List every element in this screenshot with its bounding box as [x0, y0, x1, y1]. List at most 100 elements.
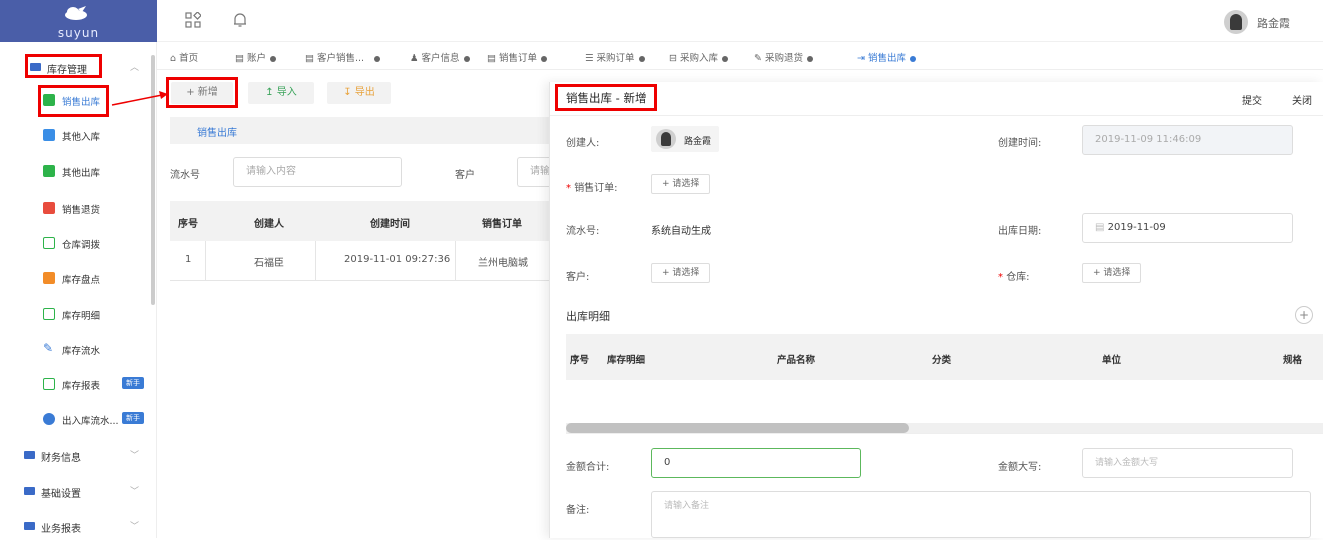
sidebar-item-stocktake[interactable]: 库存盘点: [0, 265, 150, 291]
tab-home[interactable]: ⌂ 首页: [170, 50, 198, 64]
sidebar-item-label: 库存报表: [62, 381, 101, 392]
sidebar-item-label: 其他出库: [62, 168, 101, 179]
tab-purchase-in[interactable]: ⊟ 采购入库: [669, 50, 728, 64]
document-icon: ▤: [305, 53, 317, 64]
tab-label: 销售订单: [499, 53, 538, 64]
remark-textarea[interactable]: 请输入备注: [651, 491, 1311, 538]
folder-icon: [24, 451, 35, 459]
chevron-up-icon: ︿: [130, 63, 140, 73]
choose-sales-order-button[interactable]: + 请选择: [651, 174, 711, 194]
close-icon[interactable]: [807, 55, 813, 62]
avatar[interactable]: [1224, 10, 1248, 34]
tab-bar: ⌂ 首页 ▤ 账户 ▤ 客户销售... ♟ 客户信息 ▤ 销售订单 ☰ 采购订单…: [157, 42, 1323, 70]
tab-sales-out[interactable]: ⇥ 销售出库: [857, 50, 916, 64]
return-icon: [43, 202, 55, 214]
sidebar-item-other-out[interactable]: 其他出库: [0, 158, 150, 184]
tab-label: 采购订单: [596, 53, 635, 64]
tab-customer-info[interactable]: ♟ 客户信息: [410, 50, 470, 64]
nav-group-finance[interactable]: 财务信息 ﹀: [0, 441, 150, 469]
column-header: 创建时间: [370, 219, 410, 230]
sidebar-item-label: 库存流水: [62, 346, 101, 357]
sidebar-item-label: 仓库调拨: [62, 240, 101, 251]
cell-order: 兰州电脑城: [478, 258, 528, 269]
choose-warehouse-button[interactable]: + 请选择: [1082, 263, 1142, 283]
top-bar: 路金霞: [157, 0, 1323, 42]
annotation-arrow-icon: [111, 91, 168, 106]
close-icon[interactable]: [722, 55, 728, 62]
column-header: 销售订单: [482, 219, 522, 230]
customer-filter-label: 客户: [455, 170, 475, 181]
inbox-icon: [43, 129, 55, 141]
folder-icon: [24, 522, 35, 530]
horizontal-scrollbar-thumb[interactable]: [566, 423, 909, 433]
pencil-icon: ✎: [43, 341, 54, 355]
tab-label: 客户销售...: [317, 53, 365, 64]
close-icon[interactable]: [270, 55, 277, 62]
column-divider: [455, 241, 456, 281]
close-icon[interactable]: [910, 55, 916, 62]
column-header: 单位: [1102, 355, 1122, 366]
user-name[interactable]: 路金霞: [1257, 15, 1290, 31]
tab-label: 首页: [179, 53, 199, 64]
sidebar-item-stock-detail[interactable]: 库存明细: [0, 301, 150, 327]
uppercase-label: 金额大写:: [998, 462, 1042, 473]
export-button[interactable]: ↧ 导出: [327, 82, 391, 104]
home-icon: ⌂: [170, 53, 180, 64]
order-icon: ▤: [487, 53, 499, 64]
creator-chip: 路金霞: [651, 126, 719, 152]
sidebar-item-io-flow[interactable]: 出入库流水... 新手: [0, 406, 150, 432]
tab-label: 采购退货: [764, 53, 803, 64]
close-icon[interactable]: [541, 55, 548, 62]
serial-label: 流水号:: [566, 226, 600, 237]
new-badge: 新手: [122, 412, 144, 424]
column-header: 库存明细: [607, 355, 646, 366]
sidebar-item-label: 库存盘点: [62, 275, 101, 286]
total-amount-input[interactable]: 0: [651, 448, 861, 478]
close-icon[interactable]: [463, 55, 470, 62]
submit-button[interactable]: 提交: [1242, 92, 1262, 107]
highlight-box: [166, 77, 238, 108]
nav-group-label: 财务信息: [41, 453, 81, 464]
choose-customer-button[interactable]: + 请选择: [651, 263, 711, 283]
inbox-icon: ⊟: [669, 53, 680, 64]
sidebar-item-label: 销售退货: [62, 205, 101, 216]
out-date-value: 2019-11-09: [1107, 222, 1166, 233]
add-row-icon[interactable]: +: [1295, 306, 1313, 324]
sidebar-item-stock-flow[interactable]: ✎ 库存流水: [0, 336, 150, 362]
sidebar-item-label: 库存明细: [62, 311, 101, 322]
out-date-field[interactable]: ▤ 2019-11-09: [1082, 213, 1293, 243]
close-icon[interactable]: [638, 55, 645, 62]
import-button[interactable]: ↥ 导入: [248, 82, 314, 104]
nav-group-reports[interactable]: 业务报表 ﹀: [0, 512, 150, 540]
detail-title: 出库明细: [566, 310, 610, 323]
logo: suyun: [0, 0, 157, 42]
column-header: 规格: [1283, 355, 1303, 366]
tab-customer-sales[interactable]: ▤ 客户销售...: [305, 50, 381, 64]
highlight-box: [38, 85, 109, 117]
apps-grid-icon[interactable]: [185, 12, 201, 28]
tab-purchase-order[interactable]: ☰ 采购订单: [585, 50, 645, 64]
sidebar-item-other-in[interactable]: 其他入库: [0, 122, 150, 148]
sidebar-item-stock-report[interactable]: 库存报表 新手: [0, 371, 150, 397]
tab-account[interactable]: ▤ 账户: [235, 50, 277, 64]
tab-sales-order[interactable]: ▤ 销售订单: [487, 50, 548, 64]
bell-icon[interactable]: [232, 12, 248, 28]
serial-filter-label: 流水号: [170, 170, 200, 181]
highlight-box: [555, 84, 657, 111]
tab-purchase-return[interactable]: ✎ 采购退货: [754, 50, 813, 64]
serial-search-input[interactable]: 请输入内容: [233, 157, 402, 187]
close-icon[interactable]: [374, 55, 381, 62]
column-header: 序号: [570, 355, 590, 366]
nav-group-label: 基础设置: [41, 489, 81, 500]
close-button[interactable]: 关闭: [1292, 92, 1312, 107]
total-label: 金额合计:: [566, 462, 610, 473]
sidebar-item-sales-return[interactable]: 销售退货: [0, 195, 150, 221]
tab-label: 销售出库: [867, 53, 906, 64]
nav-group-settings[interactable]: 基础设置 ﹀: [0, 477, 150, 505]
ledger-icon: ▤: [235, 53, 247, 64]
sidebar-item-transfer[interactable]: 仓库调拨: [0, 230, 150, 256]
out-date-label: 出库日期:: [998, 226, 1042, 237]
uppercase-amount-input[interactable]: 请输入金额大写: [1082, 448, 1293, 478]
document-icon: [43, 308, 55, 320]
cell-creator: 石福臣: [254, 258, 284, 269]
